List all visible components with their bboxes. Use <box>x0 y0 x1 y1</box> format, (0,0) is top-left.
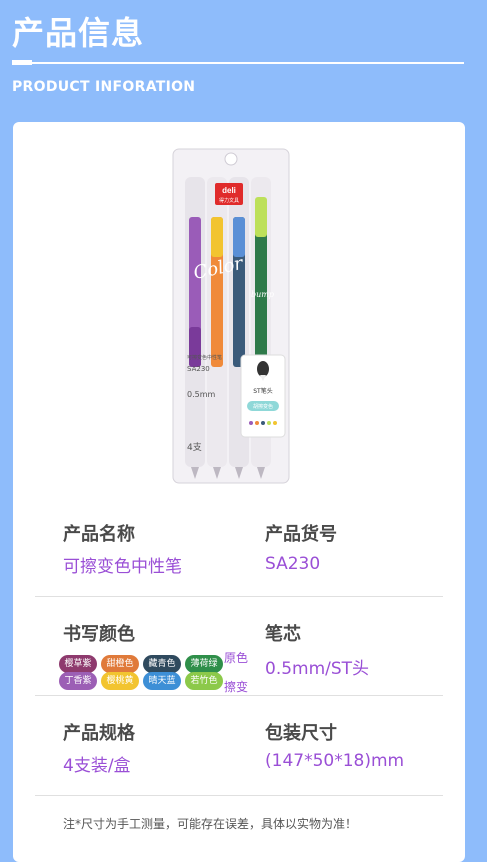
ink-chip-green-top: 薄荷绿 <box>185 655 223 673</box>
package-size-value: (147*50*18)mm <box>265 751 405 771</box>
pack-count: 4支 <box>187 441 202 453</box>
title-underline-accent <box>12 60 32 65</box>
tag-tip: ST笔头 <box>253 387 272 395</box>
tag-feature: 胡擦变色 <box>253 403 273 410</box>
page-subtitle: PRODUCT INFORATION <box>12 79 196 95</box>
ink-chip-purple-top: 樱草紫 <box>59 655 97 673</box>
page-title: 产品信息 <box>12 14 145 52</box>
product-info-card: deli 得力文具 Color bump 可擦变色中性笔 SA230 0.5mm… <box>13 122 465 862</box>
product-name-value: 可擦变色中性笔 <box>63 557 182 577</box>
title-underline <box>12 62 464 64</box>
divider <box>35 596 443 597</box>
pack-size: 0.5mm <box>187 390 216 399</box>
pack-code: SA230 <box>187 365 210 373</box>
product-name-label: 产品名称 <box>63 524 135 545</box>
ink-erase-label: 擦变 <box>224 680 249 694</box>
spec-value: 4支装/盒 <box>63 756 131 776</box>
ink-chip-navy-top: 藏青色 <box>143 655 181 673</box>
refill-label: 笔芯 <box>265 624 301 645</box>
divider <box>35 795 443 796</box>
divider <box>35 695 443 696</box>
ink-chip-purple-bottom: 丁香紫 <box>59 672 97 690</box>
brand-cn: 得力文具 <box>219 197 239 204</box>
script-sub: bump <box>251 290 274 299</box>
ink-chip-navy-bottom: 晴天蓝 <box>143 672 181 690</box>
ink-chip-green-bottom: 若竹色 <box>185 672 223 690</box>
ink-chip-orange-top: 甜橙色 <box>101 655 139 673</box>
pack-name: 可擦变色中性笔 <box>187 354 222 361</box>
product-code-label: 产品货号 <box>265 524 337 545</box>
ink-original-label: 原色 <box>224 651 249 665</box>
product-image: deli 得力文具 Color bump 可擦变色中性笔 SA230 0.5mm… <box>172 148 290 484</box>
package-size-label: 包装尺寸 <box>265 723 337 744</box>
product-code-value: SA230 <box>265 554 321 574</box>
refill-value: 0.5mm/ST头 <box>265 659 370 679</box>
brand-logo: deli <box>222 186 236 195</box>
ink-chip-orange-bottom: 樱桃黄 <box>101 672 139 690</box>
spec-label: 产品规格 <box>63 723 135 744</box>
measurement-note: 注*尺寸为手工测量，可能存在误差，具体以实物为准！ <box>63 817 358 831</box>
ink-color-label: 书写颜色 <box>63 624 135 645</box>
